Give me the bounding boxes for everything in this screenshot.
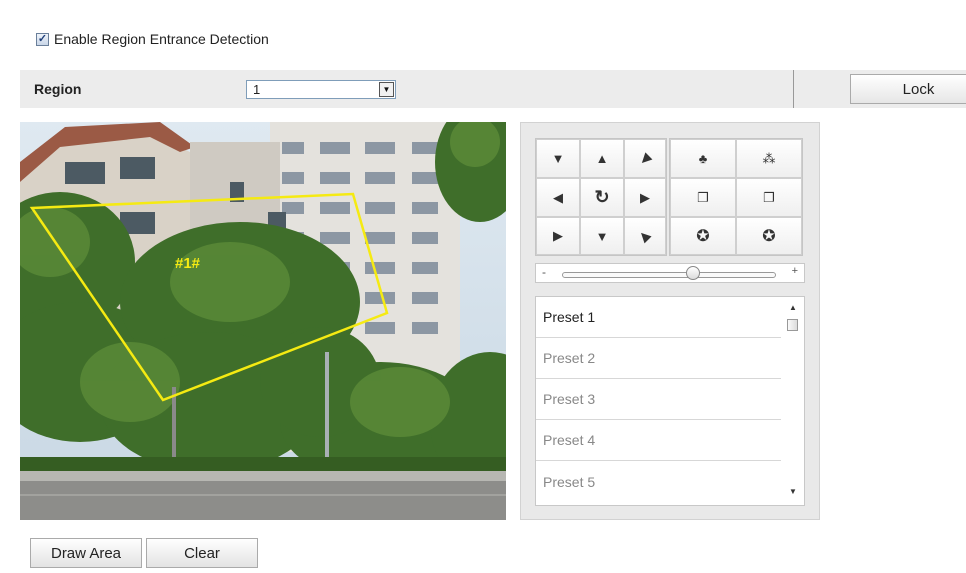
enable-label: Enable Region Entrance Detection — [54, 31, 269, 47]
region-bar: Region 1 ▼ Lock — [20, 70, 966, 108]
arrow-down-icon: ▼ — [595, 228, 609, 244]
preset-item[interactable]: Preset 1 — [536, 297, 781, 338]
ptz-down-left-button[interactable]: ▶ — [536, 217, 580, 255]
scroll-thumb[interactable] — [787, 319, 798, 331]
speed-slider-track[interactable] — [562, 272, 776, 278]
video-preview[interactable]: #1# — [20, 122, 506, 520]
iris-open-icon: ✪ — [696, 228, 710, 245]
region-label: Region — [34, 81, 82, 97]
zoom-out-button[interactable]: ⁂ — [736, 139, 802, 178]
ptz-down-button[interactable]: ▼ — [580, 217, 624, 255]
preset-item[interactable]: Preset 3 — [536, 379, 781, 420]
ptz-up-right-button[interactable]: ◀ — [624, 139, 666, 178]
arrow-left-icon: ◀ — [553, 189, 563, 205]
refresh-icon: ↻ — [594, 187, 610, 207]
iris-open-button[interactable]: ✪ — [670, 217, 736, 255]
zoom-out-icon: ⁂ — [762, 150, 776, 166]
arrow-up-icon: ▲ — [595, 151, 609, 166]
focus-near-button[interactable]: ❐ — [670, 178, 736, 217]
focus-near-icon: ❐ — [697, 189, 709, 205]
ptz-left-button[interactable]: ◀ — [536, 178, 580, 217]
lock-button[interactable]: Lock — [850, 74, 966, 104]
video-scene: #1# — [20, 122, 506, 520]
clear-button[interactable]: Clear — [146, 538, 258, 568]
region-select-value: 1 — [253, 82, 261, 97]
ptz-panel: ▼ ▲ ◀ ◀ ↻ ▶ ▶ ▼ ◀ ♣ ⁂ ❐ ❐ ✪ ✪ - + Preset… — [520, 122, 820, 520]
arrow-right-icon: ▶ — [640, 189, 650, 205]
iris-close-button[interactable]: ✪ — [736, 217, 802, 255]
iris-close-icon: ✪ — [762, 228, 776, 245]
enable-checkbox[interactable]: ✓ — [36, 32, 49, 46]
enable-row: ✓ Enable Region Entrance Detection — [36, 31, 269, 47]
preset-scrollbar[interactable]: ▲ ▼ — [782, 297, 804, 505]
chevron-down-icon[interactable]: ▼ — [379, 82, 394, 97]
ptz-speed-slider[interactable]: - + — [535, 263, 805, 283]
ptz-auto-button[interactable]: ↻ — [580, 178, 624, 217]
region-select[interactable]: 1 ▼ — [246, 80, 396, 99]
arrow-down-icon: ▼ — [551, 151, 565, 166]
preset-item[interactable]: Preset 4 — [536, 420, 781, 461]
speed-minus-label: - — [542, 265, 546, 279]
scroll-up-icon[interactable]: ▲ — [789, 303, 797, 312]
draw-area-button[interactable]: Draw Area — [30, 538, 142, 568]
arrow-left-icon: ◀ — [636, 226, 655, 245]
divider — [793, 70, 794, 108]
ptz-up-left-button[interactable]: ▼ — [536, 139, 580, 178]
ptz-right-button[interactable]: ▶ — [624, 178, 666, 217]
preset-list: Preset 1 Preset 2 Preset 3 Preset 4 Pres… — [535, 296, 805, 506]
speed-plus-label: + — [791, 265, 798, 277]
focus-far-icon: ❐ — [763, 189, 775, 205]
preset-item[interactable]: Preset 2 — [536, 338, 781, 379]
focus-far-button[interactable]: ❐ — [736, 178, 802, 217]
ptz-up-button[interactable]: ▲ — [580, 139, 624, 178]
arrow-left-icon: ◀ — [635, 149, 654, 167]
ptz-lens-group: ♣ ⁂ ❐ ❐ ✪ ✪ — [669, 138, 803, 256]
ptz-down-right-button[interactable]: ◀ — [624, 217, 666, 255]
preset-item[interactable]: Preset 5 — [536, 461, 781, 502]
zoom-in-icon: ♣ — [698, 151, 708, 166]
zoom-in-button[interactable]: ♣ — [670, 139, 736, 178]
region-overlay-label: #1# — [175, 255, 201, 272]
ptz-direction-group: ▼ ▲ ◀ ◀ ↻ ▶ ▶ ▼ ◀ — [535, 138, 667, 256]
scroll-down-icon[interactable]: ▼ — [789, 487, 797, 496]
arrow-right-icon: ▶ — [553, 228, 563, 243]
